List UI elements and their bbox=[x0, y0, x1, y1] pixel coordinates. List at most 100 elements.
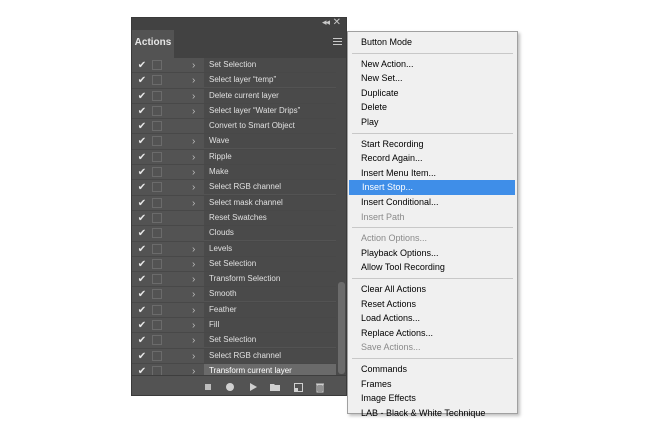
toggle-check-icon[interactable]: ✔ bbox=[136, 211, 148, 226]
menu-item-frames[interactable]: Frames bbox=[348, 377, 517, 392]
dialog-toggle-box[interactable] bbox=[152, 182, 162, 193]
chevron-right-icon[interactable]: › bbox=[192, 73, 195, 88]
menu-item-replace-actions[interactable]: Replace Actions... bbox=[348, 326, 517, 341]
menu-item-button-mode[interactable]: Button Mode bbox=[348, 35, 517, 50]
menu-item-play[interactable]: Play bbox=[348, 115, 517, 130]
menu-item-reset-actions[interactable]: Reset Actions bbox=[348, 297, 517, 312]
chevron-right-icon[interactable]: › bbox=[192, 242, 195, 257]
dialog-toggle-box[interactable] bbox=[152, 365, 162, 375]
dialog-toggle-box[interactable] bbox=[152, 167, 162, 178]
dialog-toggle-box[interactable] bbox=[152, 136, 162, 147]
toggle-check-icon[interactable]: ✔ bbox=[136, 150, 148, 165]
action-row[interactable]: ✔ › Make bbox=[132, 165, 336, 181]
menu-item-allow-tool-recording[interactable]: Allow Tool Recording bbox=[348, 260, 517, 275]
chevron-right-icon[interactable]: › bbox=[192, 104, 195, 119]
scrollbar[interactable] bbox=[336, 58, 346, 375]
toggle-check-icon[interactable]: ✔ bbox=[136, 196, 148, 211]
collapse-icon[interactable]: ◂◂ bbox=[322, 18, 330, 28]
chevron-right-icon[interactable]: › bbox=[192, 180, 195, 195]
menu-item-new-action[interactable]: New Action... bbox=[348, 57, 517, 72]
menu-item-playback-options[interactable]: Playback Options... bbox=[348, 246, 517, 261]
chevron-right-icon[interactable]: › bbox=[192, 349, 195, 364]
action-row[interactable]: ✔ Reset Swatches bbox=[132, 210, 336, 227]
menu-item-image-effects[interactable]: Image Effects bbox=[348, 391, 517, 406]
toggle-check-icon[interactable]: ✔ bbox=[136, 73, 148, 88]
toggle-check-icon[interactable]: ✔ bbox=[136, 58, 148, 73]
menu-item-insert-menu-item[interactable]: Insert Menu Item... bbox=[348, 166, 517, 181]
menu-item-new-set[interactable]: New Set... bbox=[348, 71, 517, 86]
dialog-toggle-box[interactable] bbox=[152, 151, 162, 162]
toggle-check-icon[interactable]: ✔ bbox=[136, 303, 148, 318]
menu-item-clear-all-actions[interactable]: Clear All Actions bbox=[348, 282, 517, 297]
dialog-toggle-box[interactable] bbox=[152, 274, 162, 285]
new-item-icon[interactable] bbox=[291, 380, 305, 394]
dialog-toggle-box[interactable] bbox=[152, 197, 162, 208]
menu-item-load-actions[interactable]: Load Actions... bbox=[348, 311, 517, 326]
menu-item-start-recording[interactable]: Start Recording bbox=[348, 137, 517, 152]
dialog-toggle-box[interactable] bbox=[152, 228, 162, 239]
chevron-right-icon[interactable]: › bbox=[192, 272, 195, 287]
dialog-toggle-box[interactable] bbox=[152, 335, 162, 346]
chevron-right-icon[interactable]: › bbox=[192, 150, 195, 165]
toggle-check-icon[interactable]: ✔ bbox=[136, 272, 148, 287]
action-row[interactable]: ✔ › Select layer “temp” bbox=[132, 73, 336, 89]
menu-item-lab-black-white-technique[interactable]: LAB - Black & White Technique bbox=[348, 406, 517, 421]
dialog-toggle-box[interactable] bbox=[152, 289, 162, 300]
toggle-check-icon[interactable]: ✔ bbox=[136, 165, 148, 180]
trash-icon[interactable] bbox=[313, 380, 327, 394]
chevron-right-icon[interactable]: › bbox=[192, 58, 195, 73]
toggle-check-icon[interactable]: ✔ bbox=[136, 89, 148, 104]
action-row[interactable]: ✔ › Select mask channel bbox=[132, 195, 336, 211]
action-row[interactable]: ✔ Clouds bbox=[132, 226, 336, 242]
menu-item-duplicate[interactable]: Duplicate bbox=[348, 86, 517, 101]
action-row[interactable]: ✔ › Set Selection bbox=[132, 256, 336, 273]
chevron-right-icon[interactable]: › bbox=[192, 333, 195, 348]
toggle-check-icon[interactable]: ✔ bbox=[136, 104, 148, 119]
dialog-toggle-box[interactable] bbox=[152, 75, 162, 86]
toggle-check-icon[interactable]: ✔ bbox=[136, 287, 148, 302]
action-row[interactable]: ✔ › Select RGB channel bbox=[132, 180, 336, 196]
dialog-toggle-box[interactable] bbox=[152, 105, 162, 116]
menu-item-delete[interactable]: Delete bbox=[348, 100, 517, 115]
dialog-toggle-box[interactable] bbox=[152, 90, 162, 101]
record-icon[interactable] bbox=[223, 380, 237, 394]
dialog-toggle-box[interactable] bbox=[152, 60, 162, 70]
action-row[interactable]: ✔ › Wave bbox=[132, 134, 336, 150]
chevron-right-icon[interactable]: › bbox=[192, 303, 195, 318]
scrollbar-thumb[interactable] bbox=[338, 282, 345, 374]
toggle-check-icon[interactable]: ✔ bbox=[136, 333, 148, 348]
menu-item-commands[interactable]: Commands bbox=[348, 362, 517, 377]
action-row[interactable]: ✔ › Delete current layer bbox=[132, 88, 336, 104]
tab-actions[interactable]: Actions bbox=[132, 30, 174, 58]
chevron-right-icon[interactable]: › bbox=[192, 89, 195, 104]
action-row[interactable]: ✔ › Set Selection bbox=[132, 58, 336, 74]
dialog-toggle-box[interactable] bbox=[152, 212, 162, 223]
panel-menu-icon[interactable] bbox=[333, 38, 342, 46]
chevron-right-icon[interactable]: › bbox=[192, 134, 195, 149]
action-row[interactable]: ✔ › Select RGB channel bbox=[132, 348, 336, 364]
dialog-toggle-box[interactable] bbox=[152, 258, 162, 269]
play-icon[interactable] bbox=[246, 380, 260, 394]
menu-item-record-again[interactable]: Record Again... bbox=[348, 151, 517, 166]
chevron-right-icon[interactable]: › bbox=[192, 165, 195, 180]
chevron-right-icon[interactable]: › bbox=[192, 257, 195, 272]
action-row[interactable]: ✔ › Smooth bbox=[132, 287, 336, 303]
dialog-toggle-box[interactable] bbox=[152, 350, 162, 361]
menu-item-insert-conditional[interactable]: Insert Conditional... bbox=[348, 195, 517, 210]
chevron-right-icon[interactable]: › bbox=[192, 364, 195, 375]
action-row[interactable]: ✔ › Set Selection bbox=[132, 333, 336, 349]
menu-item-insert-stop[interactable]: Insert Stop... bbox=[349, 180, 515, 196]
action-row[interactable]: ✔ › Feather bbox=[132, 302, 336, 319]
toggle-check-icon[interactable]: ✔ bbox=[136, 349, 148, 364]
chevron-right-icon[interactable]: › bbox=[192, 287, 195, 302]
toggle-check-icon[interactable]: ✔ bbox=[136, 180, 148, 195]
toggle-check-icon[interactable]: ✔ bbox=[136, 226, 148, 241]
toggle-check-icon[interactable]: ✔ bbox=[136, 318, 148, 333]
close-icon[interactable]: ✕ bbox=[333, 18, 341, 28]
toggle-check-icon[interactable]: ✔ bbox=[136, 364, 148, 375]
toggle-check-icon[interactable]: ✔ bbox=[136, 134, 148, 149]
action-row[interactable]: ✔ Convert to Smart Object bbox=[132, 119, 336, 135]
chevron-right-icon[interactable]: › bbox=[192, 196, 195, 211]
toggle-check-icon[interactable]: ✔ bbox=[136, 257, 148, 272]
toggle-check-icon[interactable]: ✔ bbox=[136, 119, 148, 134]
